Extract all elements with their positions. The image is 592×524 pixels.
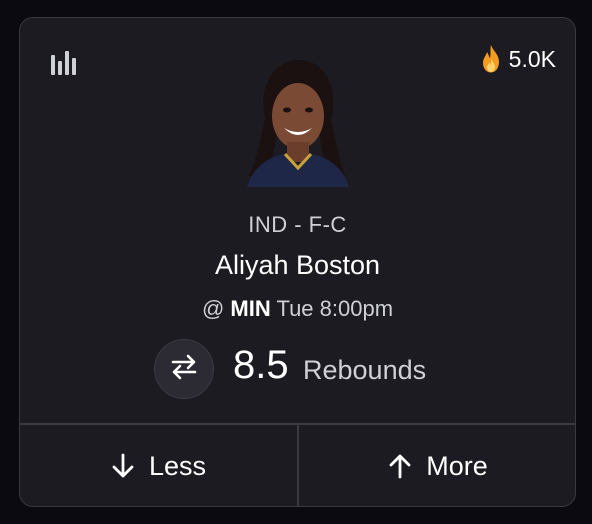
arrow-up-icon — [388, 453, 412, 479]
game-info: @ MIN Tue 8:00pm — [20, 296, 575, 322]
game-time: Tue 8:00pm — [276, 296, 394, 321]
stat-type: Rebounds — [303, 355, 427, 385]
opponent-team: MIN — [230, 296, 271, 321]
away-indicator: @ — [201, 296, 225, 321]
fire-icon — [479, 44, 503, 74]
more-label: More — [426, 450, 488, 481]
less-button[interactable]: Less — [20, 424, 297, 506]
team-position: IND - F-C — [248, 212, 347, 237]
player-name: Aliyah Boston — [214, 250, 381, 280]
arrow-down-icon — [111, 453, 135, 479]
projection-card[interactable]: 5.0K IND - F-C Aliyah Boston @ MIN Tue 8… — [19, 17, 576, 507]
swap-arrows-icon — [169, 354, 199, 385]
stats-bars-icon[interactable] — [51, 51, 79, 77]
projection-value: 8.5 — [233, 343, 289, 387]
more-button[interactable]: More — [299, 424, 575, 506]
popularity-badge: 5.0K — [479, 44, 556, 74]
player-photo — [227, 58, 369, 187]
swap-button[interactable] — [154, 339, 214, 399]
popularity-count: 5.0K — [508, 45, 556, 72]
less-label: Less — [148, 450, 207, 481]
